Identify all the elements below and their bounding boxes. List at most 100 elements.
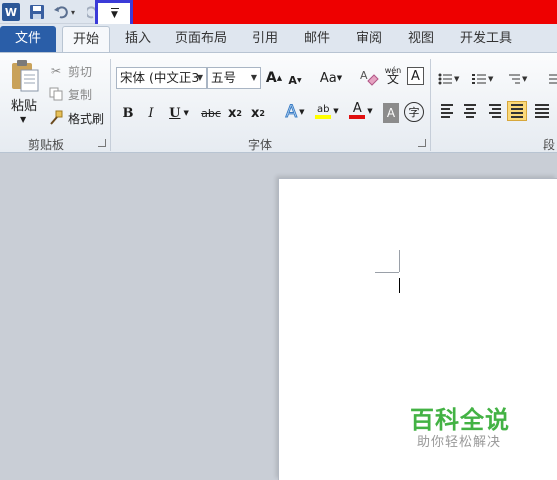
paste-icon[interactable] (10, 59, 40, 93)
clear-formatting-button[interactable]: A (358, 67, 380, 87)
tab-developer[interactable]: 开发工具 (456, 26, 516, 52)
highlight-button[interactable]: ab ▼ (312, 101, 342, 121)
multilevel-list-button[interactable]: ▼ (506, 69, 527, 89)
chevron-down-icon: ▼ (183, 109, 189, 117)
bullets-button[interactable]: ▼ (438, 69, 459, 89)
subscript-button[interactable]: x2 (227, 103, 243, 123)
chevron-down-icon: ▼ (367, 107, 373, 115)
ribbon-home: 粘贴 ▼ ✂ 剪切 复制 格式刷 剪贴板 宋体 (中文正3 ▼ 五号 ▼ A ▲ … (0, 52, 557, 153)
copy-icon (48, 86, 64, 102)
paragraph-group-label: 段 (543, 138, 556, 152)
tab-mailings[interactable]: 邮件 (301, 26, 333, 52)
cut-button[interactable]: ✂ 剪切 (48, 61, 92, 81)
chevron-down-icon: ▼ (111, 10, 118, 20)
clear-formatting-icon: A (360, 69, 379, 86)
highlight-icon: ab (315, 104, 332, 119)
chevron-down-icon: ▼ (250, 73, 257, 82)
undo-dropdown-icon[interactable]: ▾ (68, 3, 78, 21)
svg-text:A: A (360, 69, 368, 82)
font-color-icon: A (349, 102, 366, 119)
scissors-icon: ✂ (50, 64, 62, 78)
watermark-title: 百科全说 (410, 406, 510, 434)
cut-label: 剪切 (68, 64, 93, 79)
text-effects-icon: A (285, 102, 298, 123)
tab-page-layout[interactable]: 页面布局 (172, 26, 230, 52)
group-divider (110, 59, 111, 151)
bullets-icon (438, 73, 452, 85)
paste-button[interactable]: 粘贴 (11, 95, 37, 114)
bold-button[interactable]: B (120, 103, 136, 123)
font-size-select[interactable]: 五号 ▼ (207, 67, 261, 89)
word-icon[interactable]: W (2, 3, 20, 21)
title-bar-highlight (120, 0, 557, 24)
subscript-mark: 2 (236, 108, 242, 118)
tab-insert[interactable]: 插入 (122, 26, 154, 52)
clipboard-dialog-launcher-icon[interactable] (98, 139, 106, 147)
change-case-icon: Aa (319, 70, 337, 86)
decrease-indent-icon (549, 74, 557, 84)
underline-button[interactable]: U ▼ (166, 103, 192, 123)
tab-home[interactable]: 开始 (62, 26, 110, 52)
ribbon-tabs: 文件 开始 插入 页面布局 引用 邮件 审阅 视图 开发工具 (0, 24, 557, 52)
decrease-indent-button[interactable] (546, 69, 557, 89)
align-left-button[interactable] (438, 101, 458, 121)
text-cursor (399, 278, 400, 293)
grow-font-icon: A (265, 70, 277, 86)
copy-button[interactable]: 复制 (48, 84, 92, 104)
paintbrush-icon (48, 110, 64, 126)
font-name-value: 宋体 (中文正3 (120, 70, 200, 85)
tab-review[interactable]: 审阅 (353, 26, 385, 52)
italic-button[interactable]: I (143, 103, 159, 123)
phonetic-guide-icon: 文 (386, 72, 399, 86)
align-right-button[interactable] (484, 101, 504, 121)
chevron-down-icon: ▼ (488, 75, 494, 83)
grow-font-button[interactable]: A ▲ (266, 68, 282, 88)
numbering-icon (472, 74, 486, 84)
save-icon[interactable] (28, 3, 46, 21)
distributed-button[interactable] (532, 101, 552, 121)
font-dialog-launcher-icon[interactable] (418, 139, 426, 147)
strikethrough-button[interactable]: abc (200, 103, 222, 123)
justify-button[interactable] (507, 101, 527, 121)
format-painter-label: 格式刷 (68, 111, 105, 126)
clipboard-group-label: 剪贴板 (28, 138, 65, 152)
customize-qat-bar-icon (111, 8, 119, 9)
align-center-button[interactable] (460, 101, 480, 121)
tab-references[interactable]: 引用 (249, 26, 281, 52)
underline-icon: U (169, 105, 181, 121)
superscript-mark: 2 (259, 108, 265, 118)
chevron-down-icon: ▼ (522, 75, 528, 83)
group-divider (430, 59, 431, 151)
chevron-down-icon: ▼ (333, 107, 339, 115)
character-shading-button[interactable]: A (383, 103, 399, 123)
chevron-down-icon: ▼ (196, 73, 203, 82)
paste-dropdown-icon[interactable]: ▼ (20, 115, 26, 124)
font-name-select[interactable]: 宋体 (中文正3 ▼ (116, 67, 207, 89)
chevron-down-icon: ▼ (454, 75, 460, 83)
multilevel-list-icon (509, 74, 520, 84)
shrink-font-button[interactable]: A ▼ (287, 70, 303, 90)
font-color-button[interactable]: A ▼ (346, 101, 376, 121)
margin-marker (399, 250, 400, 272)
superscript-button[interactable]: x2 (250, 103, 266, 123)
superscript-icon: x (251, 105, 260, 121)
copy-label: 复制 (68, 87, 93, 102)
format-painter-button[interactable]: 格式刷 (48, 108, 104, 128)
quick-access-toolbar: W ▾ ▼ (0, 0, 557, 31)
character-border-icon: A (411, 68, 420, 84)
text-effects-button[interactable]: A ▼ (281, 102, 309, 123)
subscript-icon: x (228, 105, 237, 121)
tab-view[interactable]: 视图 (405, 26, 437, 52)
numbering-button[interactable]: ▼ (472, 69, 493, 89)
phonetic-guide-button[interactable]: wén 文 (382, 65, 404, 85)
enclose-characters-button[interactable]: 字 (404, 102, 424, 122)
shrink-font-icon: A (288, 73, 297, 87)
character-border-button[interactable]: A (407, 67, 424, 85)
margin-marker (375, 272, 399, 273)
font-group-label: 字体 (248, 138, 273, 152)
chevron-down-icon: ▼ (299, 108, 305, 116)
font-size-value: 五号 (211, 70, 237, 85)
change-case-button[interactable]: Aa ▼ (318, 68, 344, 88)
watermark-subtitle: 助你轻松解决 (417, 435, 502, 450)
tab-file[interactable]: 文件 (0, 26, 56, 52)
